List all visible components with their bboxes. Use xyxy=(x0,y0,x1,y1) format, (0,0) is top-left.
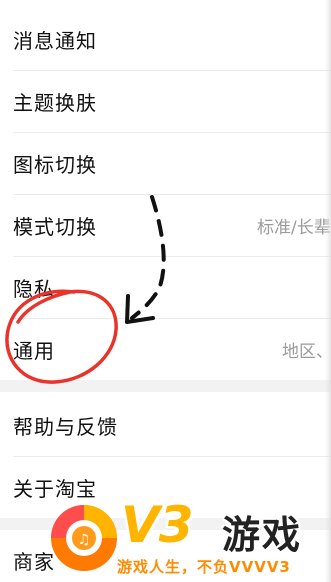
watermark-logo-text: V3 xyxy=(121,496,193,554)
watermark-slogan: 游戏人生，不负VVVV3 xyxy=(117,558,291,576)
watermark-logo-icon: ♫ xyxy=(51,505,117,571)
watermark-title: 游戏 xyxy=(222,513,303,557)
dashed-arrow-icon xyxy=(125,195,166,324)
red-circle-highlight xyxy=(5,289,118,384)
svg-text:♫: ♫ xyxy=(78,532,91,548)
watermark: ♫ V3 游戏 游戏人生，不负VVVV3 xyxy=(40,488,331,582)
